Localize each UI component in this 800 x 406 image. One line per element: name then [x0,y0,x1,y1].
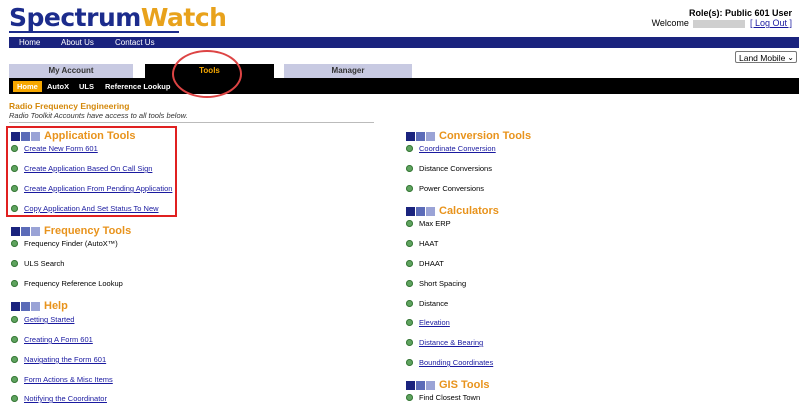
logo-text-watch: Watch [140,3,227,32]
item-distance-conversions[interactable]: Distance Conversions [419,164,492,174]
welcome-text: Welcome [651,18,689,28]
bullet-icon [406,220,413,227]
bullet-icon [406,359,413,366]
bullet-icon [406,145,413,152]
nav-home[interactable]: Home [19,37,40,48]
item-dhaat[interactable]: DHAAT [419,259,444,269]
category-select-value: Land Mobile [739,53,786,63]
conversion-tools-title: Conversion Tools [439,130,532,142]
item-power-conversions[interactable]: Power Conversions [419,184,484,194]
item-frequency-finder[interactable]: Frequency Finder (AutoX™) [24,239,118,249]
redacted-username [693,19,746,28]
bullet-icon [11,260,18,267]
subnav-uls[interactable]: ULS [79,81,94,92]
bullet-icon [406,240,413,247]
help-title: Help [44,300,68,312]
logo-underline [9,31,179,33]
link-navigating-form-601[interactable]: Navigating the Form 601 [24,355,106,365]
category-select[interactable]: Land Mobile ⌄ [735,51,797,63]
welcome-line: Welcome [ Log Out ] [652,18,792,28]
tab-manager[interactable]: Manager [284,64,412,78]
item-frequency-reference-lookup[interactable]: Frequency Reference Lookup [24,279,123,289]
bullet-icon [406,394,413,401]
item-haat[interactable]: HAAT [419,239,438,249]
subnav-reference-lookup[interactable]: Reference Lookup [105,81,170,92]
nav-contact-us[interactable]: Contact Us [115,37,155,48]
bullet-icon [11,395,18,402]
role-text: Role(s): Public 601 User [688,8,792,18]
section-divider [9,122,374,123]
item-find-closest-town[interactable]: Find Closest Town [419,393,480,403]
bullet-icon [11,356,18,363]
spectrumwatch-logo[interactable]: SpectrumWatch [9,3,227,32]
link-elevation[interactable]: Elevation [419,318,450,328]
frequency-tools-title: Frequency Tools [44,225,132,237]
bullet-icon [11,316,18,323]
bullet-icon [406,339,413,346]
subnav-autox[interactable]: AutoX [47,81,69,92]
bullet-icon [11,336,18,343]
logo-text-spectrum: Spectrum [9,3,141,32]
tools-subnav: Home AutoX ULS Reference Lookup [9,78,799,94]
annotation-circle [172,50,242,98]
link-form-actions[interactable]: Form Actions & Misc Items [24,375,113,385]
bullet-icon [406,280,413,287]
link-bounding-coordinates[interactable]: Bounding Coordinates [419,358,493,368]
tab-my-account[interactable]: My Account [9,64,133,78]
bullet-icon [406,319,413,326]
calculators-title: Calculators [439,205,499,217]
bullet-icon [11,240,18,247]
bullet-icon [406,185,413,192]
link-notifying-coordinator[interactable]: Notifying the Coordinator [24,394,107,404]
nav-about-us[interactable]: About Us [61,37,94,48]
item-distance[interactable]: Distance [419,299,448,309]
gis-tools-title: GIS Tools [439,379,490,391]
link-distance-bearing[interactable]: Distance & Bearing [419,338,483,348]
annotation-highlight-box [6,126,177,217]
section-subtitle: Radio Toolkit Accounts have access to al… [9,111,188,120]
bullet-icon [11,280,18,287]
bullet-icon [406,260,413,267]
top-navigation: Home About Us Contact Us [9,37,799,48]
section-title: Radio Frequency Engineering [9,101,130,111]
logout-link[interactable]: [ Log Out ] [750,18,792,28]
item-uls-search[interactable]: ULS Search [24,259,64,269]
chevron-down-icon: ⌄ [787,53,794,62]
link-creating-form-601[interactable]: Creating A Form 601 [24,335,93,345]
link-getting-started[interactable]: Getting Started [24,315,74,325]
item-short-spacing[interactable]: Short Spacing [419,279,466,289]
bullet-icon [11,376,18,383]
subnav-home[interactable]: Home [13,81,42,92]
bullet-icon [406,165,413,172]
link-coordinate-conversion[interactable]: Coordinate Conversion [419,144,496,154]
item-max-erp[interactable]: Max ERP [419,219,451,229]
bullet-icon [406,300,413,307]
